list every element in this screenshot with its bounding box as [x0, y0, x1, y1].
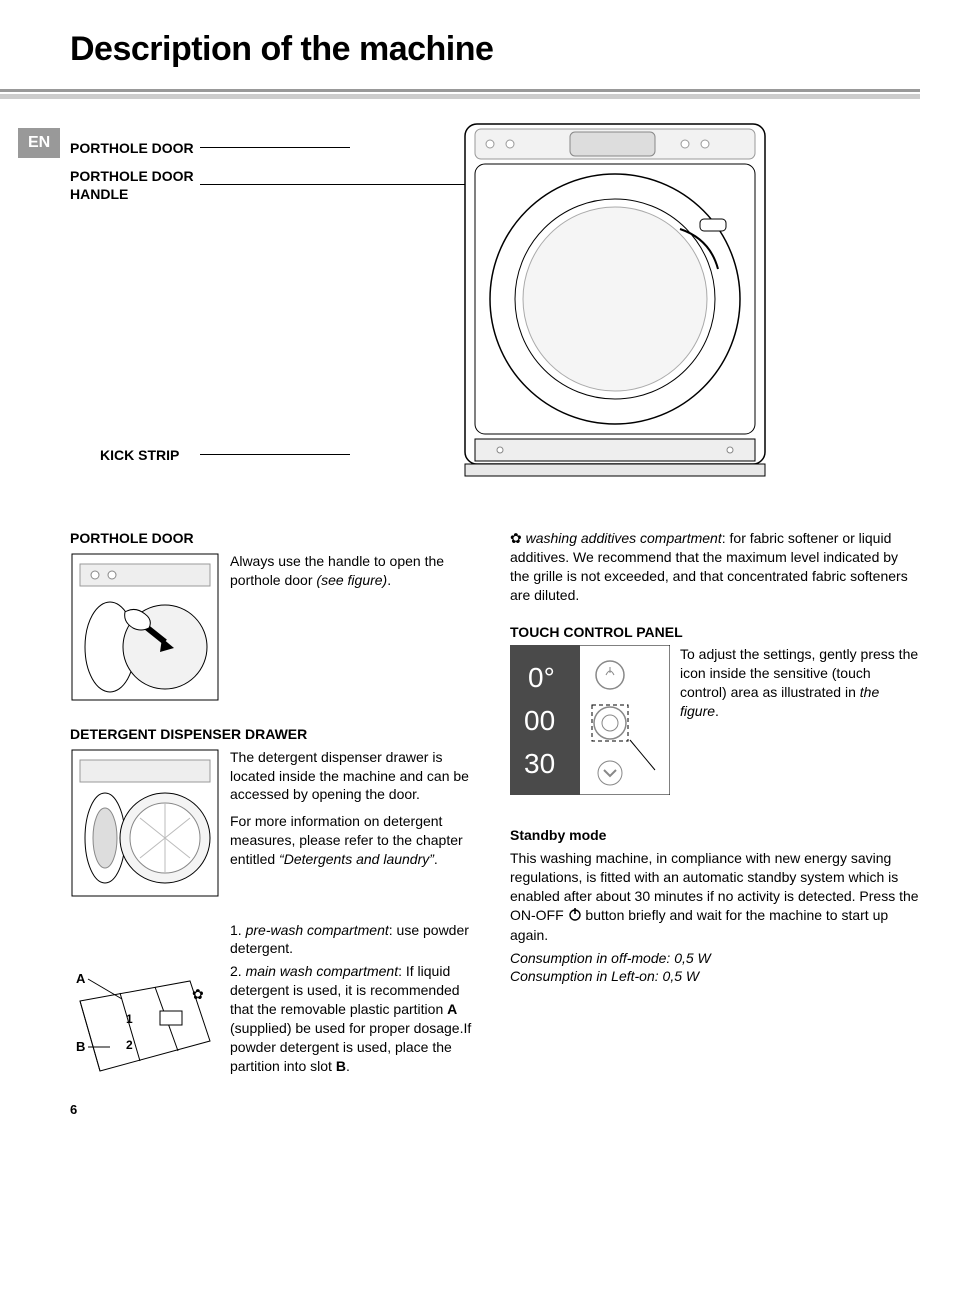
label-porthole-door: PORTHOLE DOOR: [70, 139, 194, 157]
svg-text:00: 00: [524, 705, 555, 736]
standby-text: This washing machine, in compliance with…: [510, 849, 920, 944]
heading-standby-mode: Standby mode: [510, 826, 920, 845]
svg-text:0°: 0°: [528, 662, 555, 693]
svg-text:✿: ✿: [192, 986, 204, 1002]
svg-text:2: 2: [126, 1038, 133, 1052]
heading-touch-control-panel: TOUCH CONTROL PANEL: [510, 623, 920, 642]
drawer-location-illustration: [70, 748, 220, 903]
heading-porthole-door: PORTHOLE DOOR: [70, 529, 480, 548]
power-icon: [568, 907, 582, 926]
left-column: PORTHOLE DOOR: [70, 529, 480, 1103]
touch-panel-text: To adjust the settings, gently press the…: [680, 645, 920, 721]
title-rule: [0, 89, 920, 99]
touch-panel-illustration: 0° 00 30: [510, 645, 670, 800]
svg-text:B: B: [76, 1039, 85, 1054]
right-column: ✿ washing additives compartment: for fab…: [510, 529, 920, 1103]
svg-text:30: 30: [524, 748, 555, 779]
label-porthole-door-handle: PORTHOLE DOOR HANDLE: [70, 167, 194, 203]
drawer-compartments-illustration: 1 2 A B ✿: [70, 921, 220, 1086]
label-kick-strip: KICK STRIP: [100, 446, 179, 464]
svg-text:1: 1: [126, 1012, 133, 1026]
svg-text:A: A: [76, 971, 86, 986]
washing-machine-illustration: [460, 119, 770, 484]
porthole-door-text: Always use the handle to open the portho…: [230, 552, 480, 707]
page-number: 6: [70, 1102, 77, 1117]
page-title: Description of the machine: [70, 30, 920, 69]
flower-icon: ✿: [510, 530, 526, 546]
consumption-lefton: Consumption in Left-on: 0,5 W: [510, 967, 920, 986]
heading-detergent-dispenser: DETERGENT DISPENSER DRAWER: [70, 725, 480, 744]
consumption-off: Consumption in off-mode: 0,5 W: [510, 949, 920, 968]
additives-text: ✿ washing additives compartment: for fab…: [510, 529, 920, 605]
machine-diagram: PORTHOLE DOOR PORTHOLE DOOR HANDLE KICK …: [70, 119, 920, 499]
drawer-compartments-text: 1. pre-wash compartment: use powder dete…: [230, 921, 480, 1086]
language-badge: EN: [18, 128, 60, 158]
porthole-open-illustration: [70, 552, 220, 707]
drawer-intro-text: The detergent dispenser drawer is locate…: [230, 748, 480, 903]
